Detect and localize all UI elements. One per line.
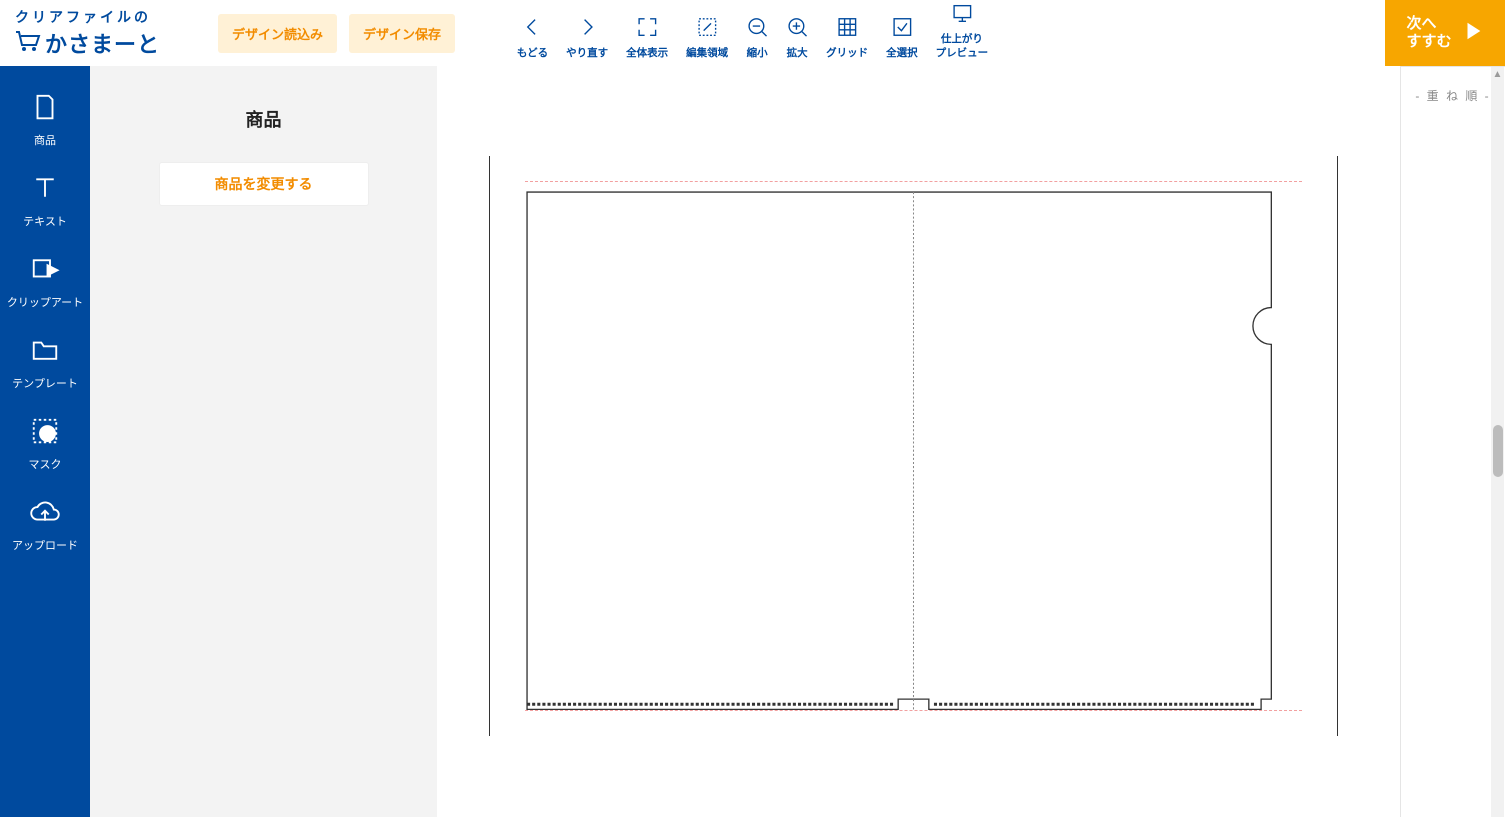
nav-product-label: 商品 [34, 132, 56, 148]
nav-clipart-label: クリップアート [7, 294, 83, 310]
fit-all-button[interactable]: 全体表示 [626, 6, 668, 60]
select-all-label: 全選択 [886, 45, 918, 60]
logo[interactable]: クリアファイルの かさまーと [0, 7, 210, 59]
canvas-area[interactable] [437, 66, 1400, 817]
preview-label-2: プレビュー [936, 45, 989, 60]
next-button-line2: すすむ [1406, 33, 1451, 51]
design-save-button[interactable]: デザイン保存 [349, 14, 455, 53]
change-product-button[interactable]: 商品を変更する [159, 162, 369, 206]
scrollbar-track[interactable]: ▲ [1491, 67, 1504, 817]
zoom-out-button[interactable]: 縮小 [746, 6, 768, 60]
grid-button[interactable]: グリッド [826, 6, 868, 60]
preview-button[interactable]: 仕上がり プレビュー [936, 6, 989, 60]
grid-label: グリッド [826, 45, 868, 60]
zoom-in-icon [786, 16, 808, 38]
monitor-icon [951, 2, 973, 24]
upload-icon [30, 497, 60, 530]
file-icon [30, 92, 60, 125]
chevron-right-icon [576, 16, 598, 38]
play-icon [1462, 20, 1484, 47]
header-buttons: デザイン読込み デザイン保存 [218, 14, 455, 53]
nav-template[interactable]: テンプレート [0, 323, 90, 404]
next-button[interactable]: 次へ すすむ [1385, 0, 1505, 66]
left-nav: 商品 テキスト クリップアート テンプレート マスク アップロード [0, 66, 90, 817]
nav-upload-label: アップロード [12, 537, 78, 553]
scrollbar-up-icon[interactable]: ▲ [1491, 67, 1504, 81]
canvas-inner [489, 156, 1338, 736]
logo-subtitle: クリアファイルの [15, 7, 151, 27]
side-panel: 商品 商品を変更する [90, 66, 437, 817]
nav-text[interactable]: テキスト [0, 161, 90, 242]
nav-product[interactable]: 商品 [0, 80, 90, 161]
design-load-button[interactable]: デザイン読込み [218, 14, 337, 53]
logo-main-text: かさまーと [45, 27, 160, 59]
edit-area-icon [696, 16, 718, 38]
undo-label: もどる [517, 45, 548, 60]
nav-template-label: テンプレート [12, 375, 78, 391]
zoom-out-label: 縮小 [747, 45, 768, 60]
text-icon [30, 173, 60, 206]
expand-icon [636, 16, 658, 38]
layer-panel-title: - 重 ね 順 - [1415, 87, 1490, 104]
edit-area-button[interactable]: 編集領域 [686, 6, 728, 60]
redo-button[interactable]: やり直す [566, 6, 608, 60]
scrollbar-thumb[interactable] [1493, 425, 1503, 477]
chevron-left-icon [521, 16, 543, 38]
nav-mask-label: マスク [29, 456, 62, 472]
nav-clipart[interactable]: クリップアート [0, 242, 90, 323]
zoom-in-button[interactable]: 拡大 [786, 6, 808, 60]
zoom-out-icon [746, 16, 768, 38]
zoom-in-label: 拡大 [787, 45, 808, 60]
bleed-line-top [525, 181, 1302, 182]
folder-icon [30, 335, 60, 368]
nav-mask[interactable]: マスク [0, 404, 90, 485]
nav-text-label: テキスト [23, 213, 67, 229]
undo-button[interactable]: もどる [517, 6, 548, 60]
product-outline [525, 190, 1302, 722]
preview-label-1: 仕上がり [941, 31, 983, 46]
header: クリアファイルの かさまーと デザイン読込み デザイン保存 もどる やり直す 全… [0, 0, 1505, 66]
grid-icon [836, 16, 858, 38]
fit-all-label: 全体表示 [626, 45, 668, 60]
select-all-button[interactable]: 全選択 [886, 6, 918, 60]
main: 商品 テキスト クリップアート テンプレート マスク アップロード 商品 商品を… [0, 66, 1505, 817]
mask-icon [30, 416, 60, 449]
next-button-line1: 次へ [1406, 15, 1451, 33]
layer-panel: - 重 ね 順 - ▲ [1400, 66, 1505, 817]
select-all-icon [891, 16, 913, 38]
side-panel-title: 商品 [246, 106, 282, 132]
redo-label: やり直す [566, 45, 608, 60]
cart-icon [15, 30, 41, 57]
edit-area-label: 編集領域 [686, 45, 728, 60]
toolbar: もどる やり直す 全体表示 編集領域 縮小 拡大 グリッド 全選 [517, 6, 988, 60]
clipart-icon [30, 254, 60, 287]
nav-upload[interactable]: アップロード [0, 485, 90, 566]
